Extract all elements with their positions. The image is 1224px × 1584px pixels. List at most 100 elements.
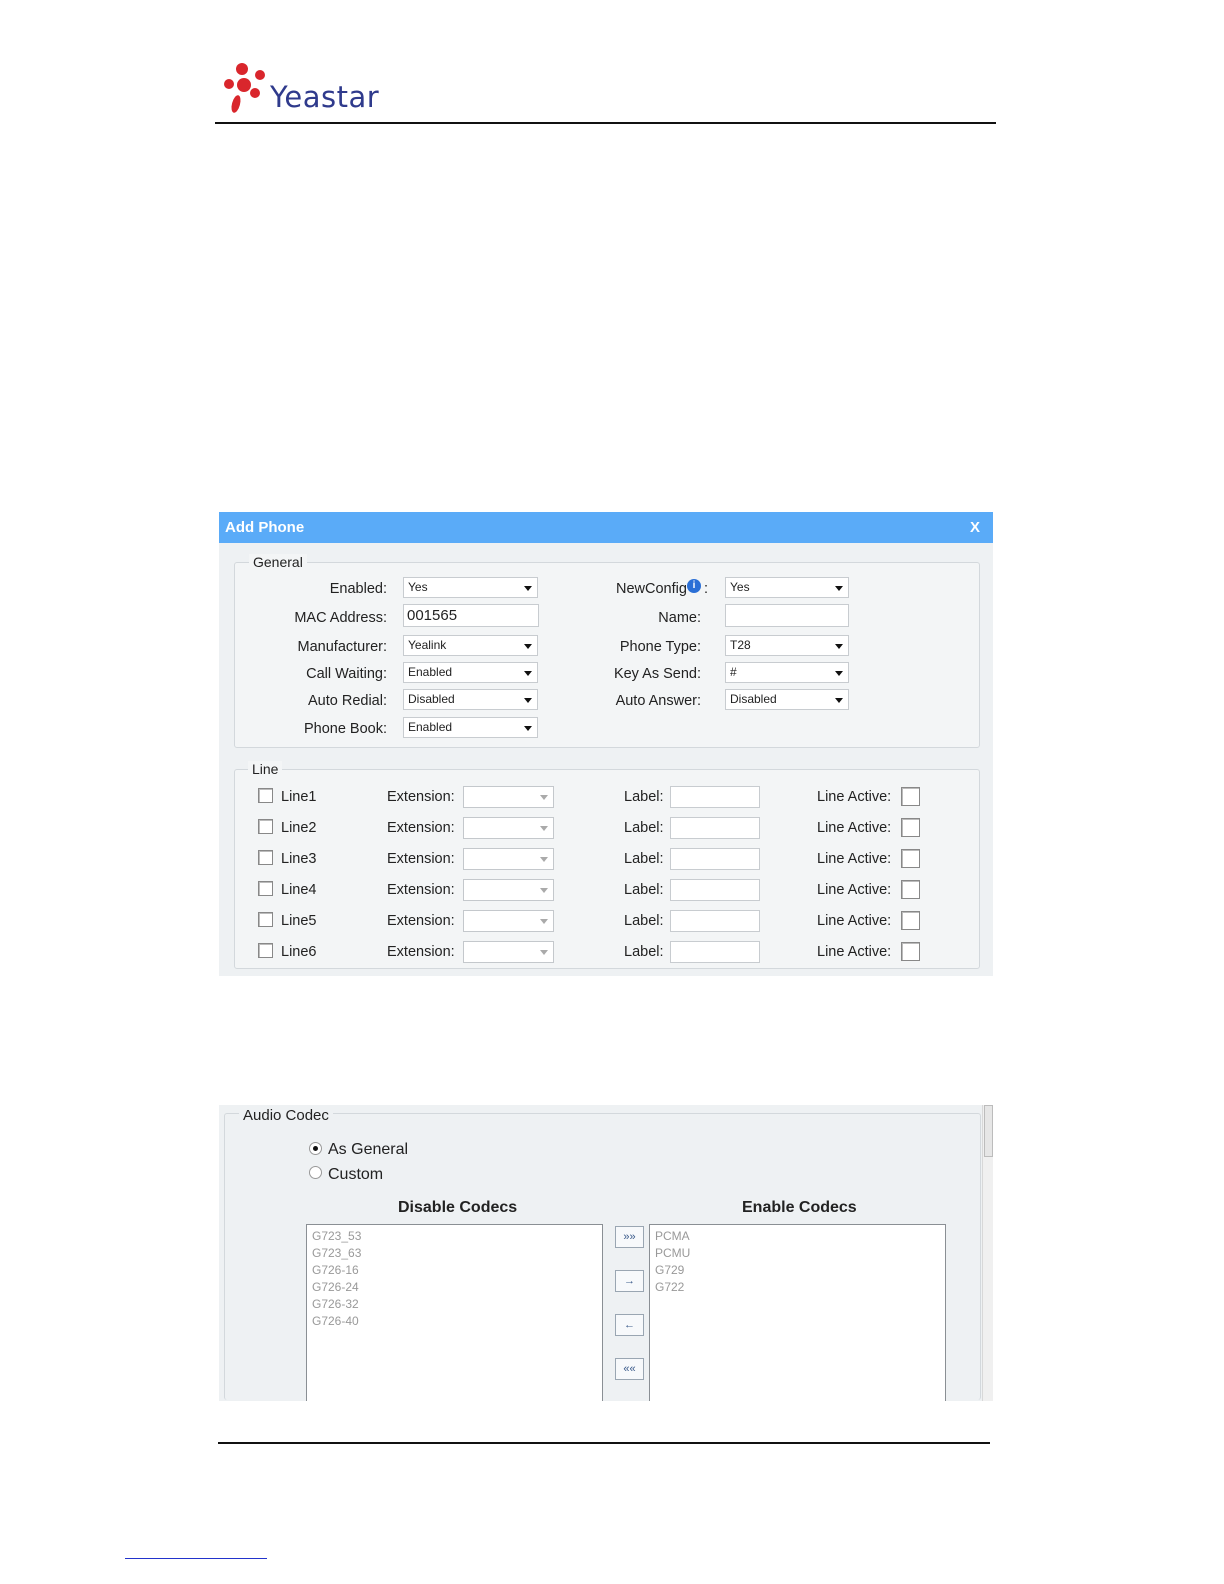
auto-answer-select[interactable]: Disabled: [725, 689, 849, 710]
chevron-down-icon: [540, 857, 548, 862]
line5-label-label: Label:: [624, 913, 664, 929]
disabled-codecs-options: G723_53 G723_63 G726-16 G726-24 G726-32 G726-…: [307, 1228, 602, 1330]
footer-link-underline[interactable]: [125, 1558, 267, 1559]
line6-label-input[interactable]: [670, 941, 760, 963]
phone-type-select[interactable]: T28: [725, 635, 849, 656]
codec-option[interactable]: G726-32: [307, 1296, 602, 1313]
name-label: Name:: [658, 610, 701, 626]
dialog-title: Add Phone: [225, 519, 305, 536]
line4-extension-select[interactable]: [463, 879, 554, 901]
chevron-down-icon: [540, 919, 548, 924]
enabled-select[interactable]: Yes: [403, 577, 538, 598]
disabled-codecs-list[interactable]: G723_53 G723_63 G726-16 G726-24 G726-32 G726-…: [306, 1224, 603, 1401]
enabled-label: Enabled:: [329, 581, 387, 597]
phone-book-value: Enabled: [408, 720, 453, 734]
key-as-send-select[interactable]: #: [725, 662, 849, 683]
logo-text: Yeastar: [270, 80, 380, 114]
name-input[interactable]: [725, 604, 849, 627]
enable-all-button[interactable]: »»: [615, 1226, 644, 1248]
line1-checkbox[interactable]: [258, 788, 273, 803]
line3-active-checkbox[interactable]: [901, 849, 920, 868]
line5-extension-select[interactable]: [463, 910, 554, 932]
enabled-codecs-options: PCMA PCMU G729 G722: [650, 1228, 945, 1296]
phone-book-select[interactable]: Enabled: [403, 717, 538, 738]
line1-active-checkbox[interactable]: [901, 787, 920, 806]
auto-answer-value: Disabled: [730, 692, 777, 706]
line3-checkbox[interactable]: [258, 850, 273, 865]
codec-option[interactable]: G726-16: [307, 1262, 602, 1279]
add-phone-dialog: Add Phone X General Enabled: Yes MAC Addre…: [219, 512, 993, 976]
line6-checkbox[interactable]: [258, 943, 273, 958]
line1-active-label: Line Active:: [817, 789, 892, 805]
line6-active-label: Line Active:: [817, 944, 892, 960]
line5-label-input[interactable]: [670, 910, 760, 932]
line2-active-label: Line Active:: [817, 820, 892, 836]
call-waiting-select[interactable]: Enabled: [403, 662, 538, 683]
line1-label: Line1: [281, 789, 317, 805]
chevron-down-icon: [540, 950, 548, 955]
chevron-down-icon: [540, 795, 548, 800]
line5-active-label: Line Active:: [817, 913, 892, 929]
auto-redial-select[interactable]: Disabled: [403, 689, 538, 710]
line4-label-input[interactable]: [670, 879, 760, 901]
line5-extension-label: Extension:: [387, 913, 455, 929]
chevron-down-icon: [540, 826, 548, 831]
chevron-down-icon: [540, 888, 548, 893]
chevron-down-icon: [524, 726, 532, 731]
chevron-down-icon: [835, 586, 843, 591]
disable-all-button[interactable]: ««: [615, 1358, 644, 1380]
line5-label: Line5: [281, 913, 317, 929]
audio-codec-panel: Audio Codec As General Custom Disable Co…: [219, 1105, 993, 1401]
phone-book-label: Phone Book:: [303, 721, 387, 737]
line5-checkbox[interactable]: [258, 912, 273, 927]
codec-option[interactable]: G723_63: [307, 1245, 602, 1262]
line1-label-label: Label:: [624, 789, 664, 805]
line6-active-checkbox[interactable]: [901, 942, 920, 961]
codec-option[interactable]: G722: [650, 1279, 945, 1296]
manufacturer-select[interactable]: Yealink: [403, 635, 538, 656]
as-general-radio[interactable]: [309, 1142, 322, 1155]
scrollbar-thumb[interactable]: [984, 1105, 993, 1157]
line5-active-checkbox[interactable]: [901, 911, 920, 930]
auto-answer-label: Auto Answer:: [615, 693, 701, 709]
codec-option[interactable]: G726-40: [307, 1313, 602, 1330]
line4-checkbox[interactable]: [258, 881, 273, 896]
vertical-scrollbar[interactable]: [982, 1105, 993, 1401]
newconfig-select[interactable]: Yes: [725, 577, 849, 598]
codec-option[interactable]: G723_53: [307, 1228, 602, 1245]
line2-active-checkbox[interactable]: [901, 818, 920, 837]
line2-extension-select[interactable]: [463, 817, 554, 839]
chevron-down-icon: [524, 586, 532, 591]
line3-extension-select[interactable]: [463, 848, 554, 870]
line6-extension-select[interactable]: [463, 941, 554, 963]
codec-option[interactable]: PCMU: [650, 1245, 945, 1262]
line2-label: Line2: [281, 820, 317, 836]
line1-label-input[interactable]: [670, 786, 760, 808]
disable-selected-button[interactable]: ←: [615, 1314, 644, 1336]
line4-active-checkbox[interactable]: [901, 880, 920, 899]
line6-label: Line6: [281, 944, 317, 960]
close-button[interactable]: X: [970, 519, 980, 536]
line3-label-input[interactable]: [670, 848, 760, 870]
line2-checkbox[interactable]: [258, 819, 273, 834]
disable-codecs-title: Disable Codecs: [398, 1199, 518, 1216]
enabled-codecs-list[interactable]: PCMA PCMU G729 G722: [649, 1224, 946, 1401]
line4-active-label: Line Active:: [817, 882, 892, 898]
codec-option[interactable]: G729: [650, 1262, 945, 1279]
custom-radio[interactable]: [309, 1166, 322, 1179]
line3-extension-label: Extension:: [387, 851, 455, 867]
line2-extension-label: Extension:: [387, 820, 455, 836]
line4-label-label: Label:: [624, 882, 664, 898]
line4-label: Line4: [281, 882, 317, 898]
chevron-down-icon: [835, 671, 843, 676]
line2-label-input[interactable]: [670, 817, 760, 839]
line2-label-label: Label:: [624, 820, 664, 836]
info-icon[interactable]: i: [687, 579, 701, 593]
codec-option[interactable]: PCMA: [650, 1228, 945, 1245]
line3-label: Line3: [281, 851, 317, 867]
enable-selected-button[interactable]: →: [615, 1270, 644, 1292]
codec-option[interactable]: G726-24: [307, 1279, 602, 1296]
manufacturer-label: Manufacturer:: [297, 639, 387, 655]
line3-active-label: Line Active:: [817, 851, 892, 867]
line1-extension-select[interactable]: [463, 786, 554, 808]
